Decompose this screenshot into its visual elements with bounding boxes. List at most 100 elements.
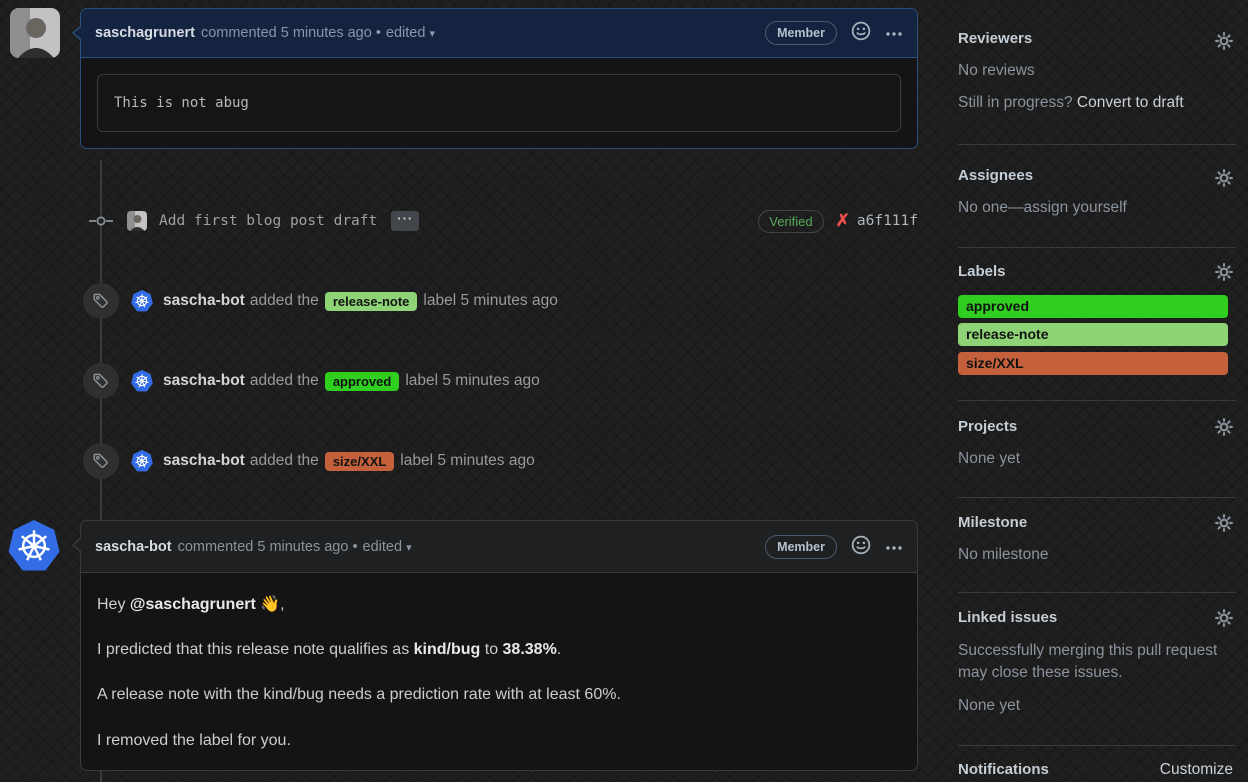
mention-link[interactable]: @saschagrunert xyxy=(130,596,256,613)
kebab-icon xyxy=(886,545,902,550)
label-chip[interactable]: release-note xyxy=(324,291,418,311)
verified-badge[interactable]: Verified xyxy=(758,209,824,233)
kebab-menu-button[interactable] xyxy=(885,539,903,555)
divider xyxy=(958,745,1236,746)
comment-author-link[interactable]: saschagrunert xyxy=(95,25,195,41)
assignees-empty: No one—assign yourself xyxy=(958,199,1127,216)
event-action: added the xyxy=(249,372,319,389)
comment-header: saschagrunert commented 5 minutes ago • … xyxy=(72,9,917,58)
sidebar-label-approved[interactable]: approved xyxy=(958,295,1228,318)
comment-paragraph: I removed the label for you. xyxy=(97,731,291,749)
kebab-icon xyxy=(886,32,902,36)
status-x-icon[interactable]: ✗ xyxy=(836,211,850,231)
event-icon-circle xyxy=(83,443,119,479)
assign-yourself-link[interactable]: assign yourself xyxy=(1023,199,1126,216)
edited-dropdown[interactable]: edited ▾ xyxy=(386,25,435,41)
event-icon-circle xyxy=(83,283,119,319)
comment-paragraph: I predicted that this release note quali… xyxy=(97,641,562,659)
event-author-link[interactable]: sascha-bot xyxy=(163,372,245,390)
divider xyxy=(958,400,1236,401)
label-event-row: sascha-bot added the release-note label … xyxy=(83,283,558,319)
event-action: added the xyxy=(249,292,319,309)
pull-request-page: saschagrunert commented 5 minutes ago • … xyxy=(0,0,1248,782)
comment-header: sascha-bot commented 5 minutes ago • edi… xyxy=(72,521,917,573)
gear-icon xyxy=(1215,263,1233,281)
milestone-empty: No milestone xyxy=(958,546,1049,563)
convert-to-draft-link[interactable]: Convert to draft xyxy=(1077,94,1184,111)
linked-issues-settings-button[interactable] xyxy=(1215,609,1233,627)
convert-to-draft-row: Still in progress? Convert to draft xyxy=(958,94,1184,111)
bot-avatar-large[interactable] xyxy=(8,520,60,571)
projects-settings-button[interactable] xyxy=(1215,418,1233,436)
reviewers-empty: No reviews xyxy=(958,62,1035,79)
chevron-down-icon: ▾ xyxy=(406,541,412,554)
divider xyxy=(958,247,1236,248)
tag-icon xyxy=(93,293,108,308)
comment-body: Hey @saschagrunert 👋, I predicted that t… xyxy=(81,573,917,770)
avatar[interactable] xyxy=(10,8,60,58)
event-suffix: label 5 minutes ago xyxy=(400,452,535,469)
commit-author-avatar[interactable] xyxy=(127,211,147,231)
person-photo-icon xyxy=(10,8,60,58)
milestone-settings-button[interactable] xyxy=(1215,514,1233,532)
gear-icon xyxy=(1215,32,1233,50)
bubble-caret xyxy=(72,537,81,553)
kebab-menu-button[interactable] xyxy=(885,25,903,41)
comment-saschagrunert: saschagrunert commented 5 minutes ago • … xyxy=(72,8,918,149)
assignees-settings-button[interactable] xyxy=(1215,169,1233,187)
labels-settings-button[interactable] xyxy=(1215,263,1233,281)
commit-expand-button[interactable]: ··· xyxy=(391,211,420,231)
linked-issues-title: Linked issues xyxy=(958,609,1058,626)
gear-icon xyxy=(1215,514,1233,532)
comment-meta: commented 5 minutes ago • xyxy=(200,25,381,41)
event-author-link[interactable]: sascha-bot xyxy=(163,452,245,470)
emoji-reaction-button[interactable] xyxy=(851,21,871,45)
divider xyxy=(958,497,1236,498)
event-author-link[interactable]: sascha-bot xyxy=(163,292,245,310)
smiley-icon xyxy=(851,535,871,554)
comment-author-link[interactable]: sascha-bot xyxy=(95,539,172,555)
kubernetes-wheel-icon xyxy=(135,294,149,308)
label-chip[interactable]: size/XXL xyxy=(324,451,395,471)
notifications-customize-link[interactable]: Customize xyxy=(1160,761,1233,779)
commit-row: Add first blog post draft ··· Verified ✗… xyxy=(80,206,918,236)
member-badge: Member xyxy=(765,21,837,45)
bubble-caret xyxy=(72,25,81,41)
edited-dropdown[interactable]: edited ▾ xyxy=(363,539,412,555)
linked-issues-empty: None yet xyxy=(958,697,1021,714)
sidebar-label-size-xxl[interactable]: size/XXL xyxy=(958,352,1228,375)
gear-icon xyxy=(1215,418,1233,436)
chevron-down-icon: ▾ xyxy=(429,28,435,40)
kubernetes-wheel-icon xyxy=(18,530,50,561)
label-event-row: sascha-bot added the approved label 5 mi… xyxy=(83,363,540,399)
comment-paragraph: Hey @saschagrunert 👋, xyxy=(97,596,285,613)
bot-avatar[interactable] xyxy=(131,290,153,312)
label-chip[interactable]: approved xyxy=(324,371,400,391)
notifications-title: Notifications xyxy=(958,761,1049,778)
commit-sha-link[interactable]: a6f111f xyxy=(857,213,918,229)
event-suffix: label 5 minutes ago xyxy=(423,292,558,309)
sidebar-label-release-note[interactable]: release-note xyxy=(958,323,1228,346)
bot-avatar[interactable] xyxy=(131,450,153,472)
event-icon-circle xyxy=(83,363,119,399)
tag-icon xyxy=(93,453,108,468)
emoji-reaction-button[interactable] xyxy=(851,535,871,559)
bot-avatar[interactable] xyxy=(131,370,153,392)
person-photo-icon xyxy=(127,211,147,231)
comment-body: This is not abug xyxy=(81,58,917,148)
commit-message-link[interactable]: Add first blog post draft xyxy=(159,213,377,229)
assignees-title: Assignees xyxy=(958,167,1034,184)
gear-icon xyxy=(1215,169,1233,187)
member-badge: Member xyxy=(765,534,837,559)
reviewers-settings-button[interactable] xyxy=(1215,32,1233,50)
reviewers-title: Reviewers xyxy=(958,30,1033,47)
comment-paragraph: A release note with the kind/bug needs a… xyxy=(97,686,621,704)
sidebar: Reviewers No reviews Still in progress? … xyxy=(958,0,1236,782)
linked-issues-desc: Successfully merging this pull request m… xyxy=(958,642,1218,682)
projects-title: Projects xyxy=(958,418,1018,435)
labels-title: Labels xyxy=(958,263,1006,280)
divider xyxy=(958,592,1236,593)
event-suffix: label 5 minutes ago xyxy=(405,372,540,389)
gear-icon xyxy=(1215,609,1233,627)
kubernetes-wheel-icon xyxy=(135,374,149,388)
